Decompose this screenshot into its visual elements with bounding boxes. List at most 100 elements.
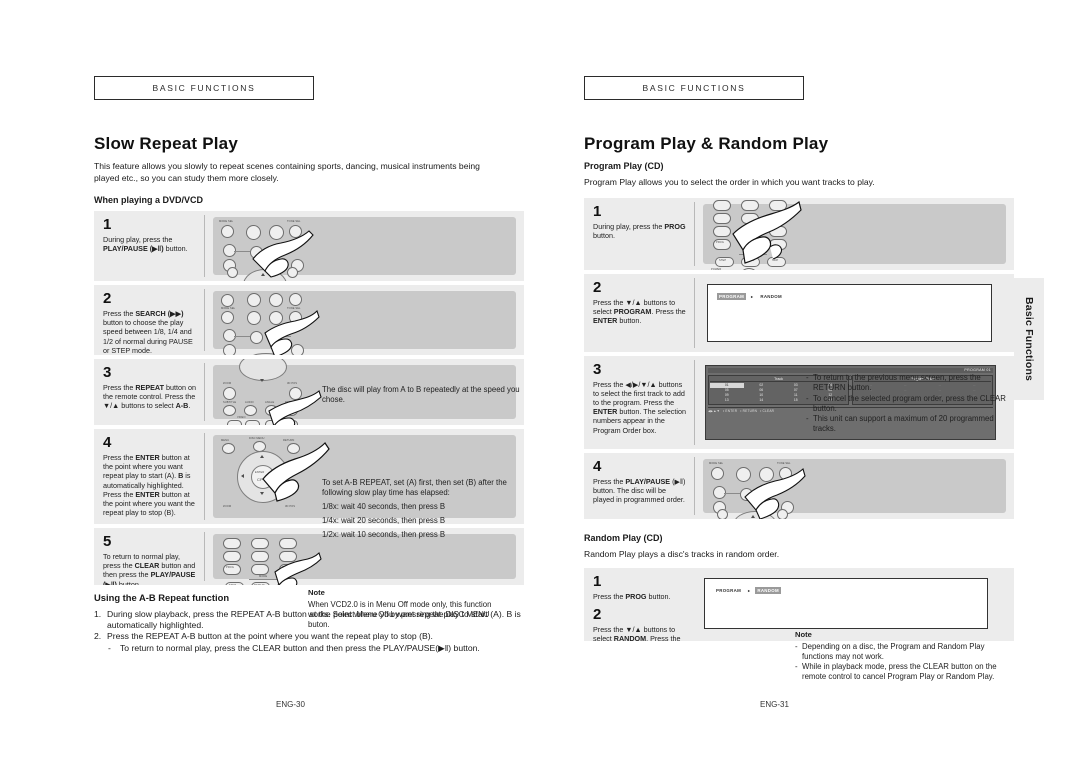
osd-random-chip: RANDOM bbox=[760, 293, 782, 299]
program-step-2-number: 2 bbox=[593, 278, 602, 296]
remote-label-mode-sel: MODE SEL bbox=[709, 461, 724, 465]
slow-repeat-speed-line-2: 1/4x: wait 20 seconds, then press B bbox=[322, 516, 446, 525]
remote-label-repeat: REPEAT bbox=[285, 401, 296, 404]
random-step-2-tail1: . Press the bbox=[646, 634, 681, 641]
page-number-left: ENG-30 bbox=[276, 700, 305, 709]
step-3-text: 3 Press the REPEAT button on the remote … bbox=[94, 359, 202, 425]
program-step-2-tail1: . Press the bbox=[651, 306, 686, 316]
program-step-3-line1: Press the ◀/▶/▼/▲ buttons to select the … bbox=[593, 379, 685, 407]
ab-repeat-item-2-text: Press the REPEAT A-B button at the point… bbox=[107, 631, 433, 641]
step-4-bold3: ENTER bbox=[135, 489, 160, 499]
random-step-2-number: 2 bbox=[593, 606, 602, 624]
step-3-bold1: REPEAT bbox=[135, 383, 164, 392]
osd-track-cell[interactable]: 05 bbox=[710, 388, 744, 393]
step-2-bold1: SEARCH (▶▶) bbox=[135, 309, 184, 318]
step-2-body: Press the SEARCH (▶▶) button to choose t… bbox=[103, 309, 196, 355]
osd-program-chip: PROGRAM bbox=[716, 588, 742, 593]
slow-repeat-note-b: To set A-B REPEAT, set (A) first, then s… bbox=[322, 478, 522, 540]
remote-label-mode-sel: MODE SEL bbox=[221, 307, 236, 310]
osd-mode-select-random: PROGRAM ▸ RANDOM bbox=[704, 578, 988, 629]
slow-repeat-speed-line-3: 1/2x: wait 10 seconds, then press B bbox=[322, 530, 446, 539]
remote-label-cp: CP bbox=[257, 477, 263, 482]
osd-track-cell[interactable]: 13 bbox=[710, 398, 744, 403]
remote-label-zoom: ZOOM bbox=[223, 505, 232, 508]
remote-label-angle: ANGLE bbox=[265, 401, 275, 404]
step-2-illustration: MODE SEL TONE SEL bbox=[204, 289, 524, 355]
program-step-4-illustration: MODE SEL TONE SEL bbox=[694, 456, 1014, 519]
remote-control-graphic: PROG CLEAR MODE STEP REPEAT SKIP VOL CH bbox=[213, 534, 516, 585]
remote-label-return: RETURN bbox=[283, 439, 295, 442]
remote-label-power: POWER bbox=[711, 267, 722, 270]
remote-label-mode: MODE bbox=[259, 575, 268, 578]
section-banner-left: BASIC FUNCTIONS bbox=[94, 76, 314, 100]
osd-hint-clear: • CLEAR bbox=[760, 408, 775, 413]
program-step-1-body: During play, press the PROG button. bbox=[593, 222, 686, 240]
osd-track-cell[interactable]: 01 bbox=[710, 383, 744, 388]
program-play-intro: Program Play allows you to select the or… bbox=[584, 177, 875, 187]
remote-control-graphic: MODE SEL TONE SEL bbox=[213, 217, 516, 281]
step-1-line1: During play, press the bbox=[103, 235, 173, 244]
step-3-body: Press the REPEAT button on the remote co… bbox=[103, 383, 196, 411]
step-1-body: During play, press the PLAY/PAUSE (▶‖) b… bbox=[103, 235, 196, 253]
remote-control-graphic: MODE SEL TONE SEL bbox=[703, 458, 1006, 519]
subheading-program-play: Program Play (CD) bbox=[584, 161, 664, 171]
remote-label-repeat: REPEAT bbox=[254, 584, 265, 585]
step-1-tail1: button. bbox=[163, 244, 188, 254]
program-step-3-text: 3 Press the ◀/▶/▼/▲ buttons to select th… bbox=[584, 356, 692, 449]
program-step-2-body: Press the ▼/▲ buttons to select PROGRAM.… bbox=[593, 298, 686, 326]
ab-repeat-subitem: To return to normal play, press the CLEA… bbox=[94, 643, 524, 654]
program-step-2-bold2: ENTER bbox=[593, 315, 618, 325]
program-step-4-text: 4 Press the PLAY/PAUSE (▶‖) button. The … bbox=[584, 453, 692, 519]
osd-cursor-icon: ▸ bbox=[748, 588, 751, 593]
slow-repeat-note-text: When VCD2.0 is in Menu Off mode only, th… bbox=[308, 599, 492, 629]
remote-label-video: VIDEO bbox=[237, 416, 246, 419]
step-2-number: 2 bbox=[103, 290, 112, 307]
random-step-1-line1: Press the bbox=[593, 592, 626, 601]
program-step-box-4: 4 Press the PLAY/PAUSE (▶‖) button. The … bbox=[584, 452, 1014, 519]
step-3-line1: Press the bbox=[103, 383, 136, 392]
osd-track-cell[interactable]: 09 bbox=[710, 393, 744, 398]
step-4-number: 4 bbox=[103, 434, 112, 451]
side-tab-basic-functions: Basic Functions bbox=[1014, 278, 1044, 400]
program-bullet-2: To cancel the selected program order, pr… bbox=[806, 394, 1011, 414]
random-step-2-bold1: RANDOM bbox=[613, 634, 647, 641]
step-4-body: Press the ENTER button at the point wher… bbox=[103, 453, 196, 517]
program-random-note-list: Depending on a disc, the Program and Ran… bbox=[795, 642, 1013, 683]
random-step-1-tail1: button. bbox=[646, 592, 671, 601]
ab-repeat-item-2: 2. Press the REPEAT A-B button at the poi… bbox=[94, 631, 524, 642]
osd-random-chip: RANDOM bbox=[755, 587, 781, 594]
step-4-line1: Press the bbox=[103, 453, 136, 462]
step-2-text: 2 Press the SEARCH (▶▶) button to choose… bbox=[94, 285, 202, 355]
program-play-bullets: To return to the previous menu screen, p… bbox=[806, 373, 1011, 434]
program-step-2-tail2: button. bbox=[617, 315, 642, 325]
osd-track-cell[interactable]: 10 bbox=[745, 393, 779, 398]
osd-cursor-icon: ▸ bbox=[751, 293, 754, 299]
side-tab-label: Basic Functions bbox=[1023, 296, 1035, 382]
program-step-box-1: 1 During play, press the PROG button. PR… bbox=[584, 197, 1014, 270]
remote-label-tone-sel: TONE SEL bbox=[777, 461, 791, 465]
remote-label-tone-sel: TONE SEL bbox=[287, 307, 301, 310]
remote-label-skip: SKIP bbox=[282, 584, 288, 585]
osd-mode-row: PROGRAM ▸ RANDOM bbox=[717, 292, 784, 300]
section-banner-right-label: BASIC FUNCTIONS bbox=[642, 83, 746, 93]
osd-track-cell[interactable]: 02 bbox=[745, 383, 779, 388]
remote-label-enter: ENTER bbox=[255, 471, 265, 474]
random-step-1-bold1: PROG bbox=[625, 592, 647, 601]
program-step-1-line1: During play, press the bbox=[593, 221, 665, 231]
remote-label-menu: MENU bbox=[221, 439, 230, 442]
section-banner-left-label: BASIC FUNCTIONS bbox=[152, 83, 256, 93]
remote-label-tone-sel: TONE SEL bbox=[287, 220, 301, 223]
program-random-note-item-1: Depending on a disc, the Program and Ran… bbox=[795, 642, 1013, 662]
remote-control-graphic: MODE SEL TONE SEL bbox=[213, 291, 516, 355]
remote-control-graphic: PROG MODE STEP REPEAT SKIP POWER bbox=[703, 199, 1006, 270]
program-random-note-item-2: While in playback mode, press the CLEAR … bbox=[795, 662, 1013, 682]
step-3-bold2: A-B bbox=[175, 401, 189, 411]
slow-repeat-note-a: The disc will play from A to B repeatedl… bbox=[322, 385, 522, 405]
osd-track-cell[interactable]: 06 bbox=[745, 388, 779, 393]
right-page-column: BASIC FUNCTIONS Program Play & Random Pl… bbox=[584, 76, 1014, 645]
step-2-line1: Press the bbox=[103, 309, 136, 318]
step-1-number: 1 bbox=[103, 216, 112, 233]
osd-track-cell[interactable]: 14 bbox=[745, 398, 779, 403]
page-number-right: ENG-31 bbox=[760, 700, 789, 709]
step-1-bold1: PLAY/PAUSE (▶‖) bbox=[103, 244, 164, 254]
